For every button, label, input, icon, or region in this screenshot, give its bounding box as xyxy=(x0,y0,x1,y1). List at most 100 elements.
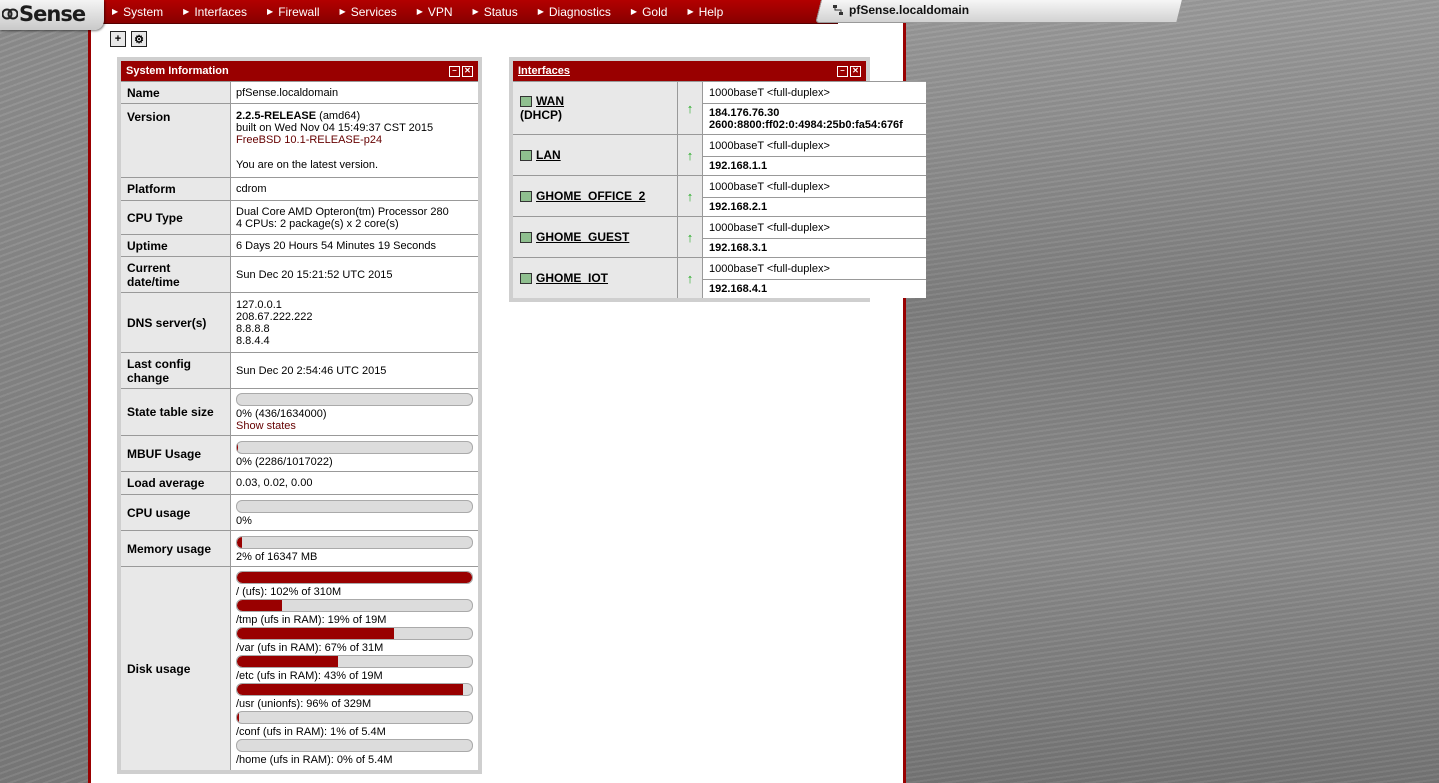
interface-ip: 192.168.4.1 xyxy=(702,279,926,298)
interface-name-link[interactable]: GHOME_IOT xyxy=(536,271,608,285)
nav-diagnostics[interactable]: ▶ Diagnostics xyxy=(538,5,611,19)
state-text: 0% (436/1634000) xyxy=(236,408,327,420)
dns-value: 127.0.0.1 208.67.222.222 8.8.8.8 8.8.4.4 xyxy=(230,292,478,353)
interface-ip: 184.176.76.30 2600:8800:ff02:0:4984:25b0:… xyxy=(702,103,926,135)
nav-arrow-icon: ▶ xyxy=(687,7,694,16)
close-icon[interactable]: ✕ xyxy=(462,65,473,77)
interface-name-cell: GHOME_IOT xyxy=(513,257,678,298)
interfaces-table: WAN (DHCP) ↑ 1000baseT <full-duplex> 184.176… xyxy=(513,81,926,298)
disk-bar xyxy=(236,683,473,696)
interface-name-cell: GHOME_GUEST xyxy=(513,216,678,258)
nav-label: Services xyxy=(350,4,397,19)
up-arrow-icon: ↑ xyxy=(677,134,703,176)
dns-server: 208.67.222.222 xyxy=(236,310,313,323)
dns-label: DNS server(s) xyxy=(121,292,231,353)
table-row: Last config change Sun Dec 20 2:54:46 UT… xyxy=(121,352,478,389)
nav-services[interactable]: ▶ Services xyxy=(340,5,397,19)
disk-item: /tmp (ufs in RAM): 19% of 19M xyxy=(236,599,473,626)
ipv4-address: 184.176.76.30 xyxy=(709,107,780,119)
disk-bar-fill xyxy=(237,628,395,639)
close-icon[interactable]: ✕ xyxy=(850,65,861,77)
pf-logo-icon xyxy=(2,8,18,20)
load-label: Load average xyxy=(121,471,231,495)
cpu-type-line2: 4 CPUs: 2 package(s) x 2 core(s) xyxy=(236,217,399,230)
nav-arrow-icon: ▶ xyxy=(630,7,638,16)
nav-help[interactable]: ▶ Help xyxy=(687,5,723,19)
name-value: pfSense.localdomain xyxy=(230,81,478,104)
interface-speed: 1000baseT <full-duplex> xyxy=(702,257,926,280)
nic-icon xyxy=(520,150,532,162)
nav-label: Help xyxy=(698,4,724,19)
minimize-icon[interactable]: – xyxy=(837,65,848,77)
main-nav: ▶ System ▶ Interfaces ▶ Firewall ▶ Services ▶ VPN… xyxy=(98,0,838,24)
table-row: Uptime 6 Days 20 Hours 54 Minutes 19 Sec… xyxy=(121,234,478,257)
nav-firewall[interactable]: ▶ Firewall xyxy=(267,5,320,19)
cpu-type-line1: Dual Core AMD Opteron(tm) Processor 280 xyxy=(236,205,449,218)
interface-name-link[interactable]: GHOME_OFFICE_2 xyxy=(536,189,645,203)
add-widget-icon[interactable]: + xyxy=(110,31,126,47)
table-row: Version 2.2.5-RELEASE (amd64) built on W… xyxy=(121,103,478,178)
datetime-value: Sun Dec 20 15:21:52 UTC 2015 xyxy=(230,256,478,293)
background-left xyxy=(0,0,90,783)
nav-status[interactable]: ▶ Status xyxy=(473,5,518,19)
memory-text: 2% of 16347 MB xyxy=(236,550,318,563)
nav-label: Status xyxy=(483,4,518,19)
uptime-label: Uptime xyxy=(121,234,231,257)
interface-row: WAN (DHCP) ↑ 1000baseT <full-duplex> xyxy=(513,81,926,135)
interface-name-link[interactable]: GHOME_GUEST xyxy=(536,230,629,244)
disk-text: /home (ufs in RAM): 0% of 5.4M xyxy=(236,754,393,766)
disk-item: /conf (ufs in RAM): 1% of 5.4M xyxy=(236,711,473,738)
version-value: 2.2.5-RELEASE (amd64) built on Wed Nov 0… xyxy=(230,103,478,178)
nav-label: VPN xyxy=(427,4,453,19)
show-states-link[interactable]: Show states xyxy=(236,420,473,432)
nav-gold[interactable]: ▶ Gold xyxy=(631,5,668,19)
nav-label: Diagnostics xyxy=(548,4,611,19)
interface-ip: 192.168.1.1 xyxy=(702,156,926,176)
disk-bar-fill xyxy=(237,656,339,667)
minimize-icon[interactable]: – xyxy=(449,65,460,77)
interface-sub: (DHCP) xyxy=(520,108,562,122)
nav-label: Interfaces xyxy=(194,4,248,19)
nav-interfaces[interactable]: ▶ Interfaces xyxy=(183,5,247,19)
table-row: CPU usage 0% xyxy=(121,494,478,531)
table-row: DNS server(s) 127.0.0.1 208.67.222.222 8… xyxy=(121,292,478,353)
disk-bar xyxy=(236,739,473,752)
logo[interactable]: Sense xyxy=(0,0,104,30)
table-row: Load average 0.03, 0.02, 0.00 xyxy=(121,471,478,495)
version-os: FreeBSD 10.1-RELEASE-p24 xyxy=(236,134,383,146)
interface-row: GHOME_GUEST ↑ 1000baseT <full-duplex> xyxy=(513,216,926,258)
disk-text: /var (ufs in RAM): 67% of 31M xyxy=(236,642,384,654)
interface-name-link[interactable]: WAN xyxy=(536,94,564,108)
nav-vpn[interactable]: ▶ VPN xyxy=(417,5,453,19)
interface-name-link[interactable]: LAN xyxy=(536,148,561,162)
background-right xyxy=(903,0,1439,783)
disk-bar xyxy=(236,599,473,612)
interface-name-cell: WAN (DHCP) xyxy=(513,81,678,135)
nav-arrow-icon: ▶ xyxy=(537,7,544,16)
disk-bar xyxy=(236,655,473,668)
interfaces-title[interactable]: Interfaces xyxy=(518,65,570,77)
disk-bar-fill xyxy=(237,684,463,695)
table-row: Platform cdrom xyxy=(121,177,478,201)
disk-text: /conf (ufs in RAM): 1% of 5.4M xyxy=(236,726,386,738)
table-row: Memory usage 2% of 16347 MB xyxy=(121,530,478,567)
mbuf-text: 0% (2286/1017022) xyxy=(236,455,333,468)
platform-label: Platform xyxy=(121,177,231,201)
disk-bar-fill xyxy=(237,600,282,611)
memory-value: 2% of 16347 MB xyxy=(230,530,478,567)
settings-icon[interactable]: ⚙ xyxy=(131,31,147,47)
cpu-type-label: CPU Type xyxy=(121,200,231,235)
version-built: built on Wed Nov 04 15:49:37 CST 2015 xyxy=(236,122,434,134)
version-status: You are on the latest version. xyxy=(236,159,379,171)
nav-arrow-icon: ▶ xyxy=(183,7,190,16)
disk-text: /tmp (ufs in RAM): 19% of 19M xyxy=(236,614,387,626)
interface-row: GHOME_OFFICE_2 ↑ 1000baseT <full-duplex> xyxy=(513,175,926,217)
disk-item: /home (ufs in RAM): 0% of 5.4M xyxy=(236,739,473,766)
up-arrow-icon: ↑ xyxy=(677,216,703,258)
up-arrow-icon: ↑ xyxy=(677,175,703,217)
cpu-label: CPU usage xyxy=(121,494,231,531)
lastconfig-value: Sun Dec 20 2:54:46 UTC 2015 xyxy=(230,352,478,389)
system-info-widget: System Information – ✕ Name pfSense.loca… xyxy=(117,57,482,774)
nav-system[interactable]: ▶ System xyxy=(112,5,163,19)
logo-text: Sense xyxy=(19,2,86,26)
